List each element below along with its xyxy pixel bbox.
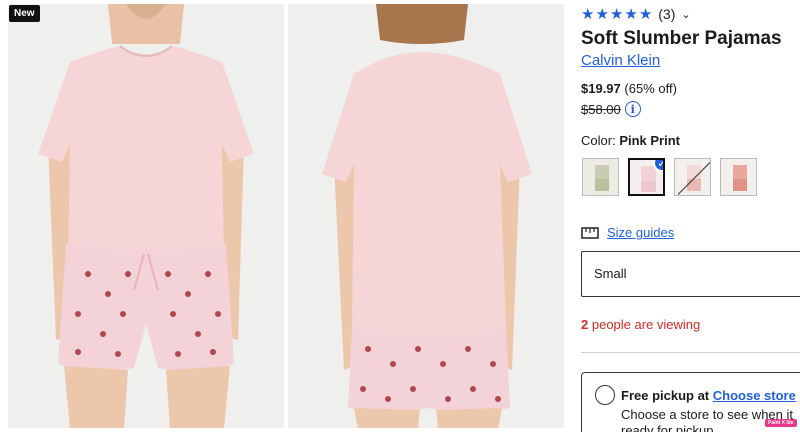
color-swatch-sage[interactable] xyxy=(582,158,619,196)
size-select[interactable]: Small xyxy=(581,251,800,297)
star-icon: ★ xyxy=(581,5,595,23)
product-title: Soft Slumber Pajamas xyxy=(581,28,782,49)
choose-store-link[interactable]: Choose store xyxy=(713,388,796,403)
pickup-title-text: Free pickup at xyxy=(621,388,710,403)
color-label: Color: Pink Print xyxy=(581,133,680,148)
rating-row[interactable]: ★ ★ ★ ★ ★ (3) ⌄ xyxy=(581,6,691,22)
product-info-panel: ★ ★ ★ ★ ★ (3) ⌄ Soft Slumber Pajamas Cal… xyxy=(581,0,800,432)
color-label-text: Color: xyxy=(581,133,616,148)
star-icon: ★ xyxy=(609,5,624,23)
current-price: $19.97 (65% off) xyxy=(581,81,677,96)
product-image-front[interactable] xyxy=(8,4,284,428)
original-price: $58.00 xyxy=(581,101,621,117)
star-icon: ★ xyxy=(624,5,638,23)
star-icon: ★ xyxy=(595,5,609,23)
color-swatch-unavailable[interactable] xyxy=(674,158,711,196)
original-price-row: $58.00 i xyxy=(581,101,641,117)
color-swatch-coral[interactable] xyxy=(720,158,757,196)
ruler-icon xyxy=(581,226,599,239)
color-value: Pink Print xyxy=(619,133,680,148)
viewing-count: 2 xyxy=(581,317,589,332)
chevron-down-icon[interactable]: ⌄ xyxy=(681,8,690,21)
viewing-label: people are viewing xyxy=(591,317,701,332)
sale-price: $19.97 xyxy=(581,81,621,96)
pickup-radio[interactable] xyxy=(595,385,615,405)
star-icon: ★ xyxy=(638,5,653,23)
color-swatch-pink-print[interactable]: ✓ xyxy=(628,158,665,196)
rating-count[interactable]: (3) xyxy=(658,6,675,22)
star-rating: ★ ★ ★ ★ ★ xyxy=(581,7,652,22)
discount-text: (65% off) xyxy=(624,81,677,96)
color-swatches: ✓ xyxy=(582,158,757,196)
new-badge: New xyxy=(9,5,40,22)
divider xyxy=(581,352,800,353)
brand-link[interactable]: Calvin Klein xyxy=(581,52,660,69)
product-gallery: New xyxy=(0,0,568,432)
pickup-title: Free pickup at Choose store xyxy=(621,388,796,403)
paint-x-lite-badge: Paint X lite xyxy=(765,419,797,427)
size-guide-link[interactable]: Size guides xyxy=(581,225,674,240)
info-icon[interactable]: i xyxy=(624,101,641,117)
viewing-count-text: 2 people are viewing xyxy=(581,317,700,332)
size-guide-label[interactable]: Size guides xyxy=(607,225,674,240)
product-image-back[interactable] xyxy=(288,4,564,428)
